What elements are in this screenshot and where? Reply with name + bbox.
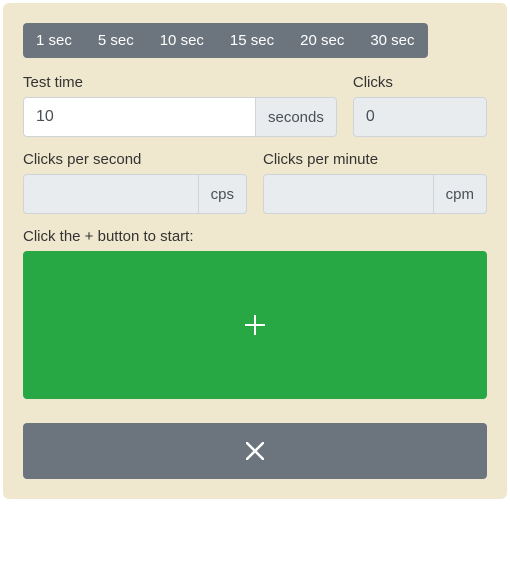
close-icon (246, 442, 264, 460)
preset-bar: 1 sec 5 sec 10 sec 15 sec 20 sec 30 sec (23, 23, 428, 58)
cpm-label: Clicks per minute (263, 151, 487, 168)
preset-20sec[interactable]: 20 sec (287, 23, 357, 58)
start-button[interactable] (23, 251, 487, 399)
plus-icon (245, 315, 265, 335)
reset-button[interactable] (23, 423, 487, 479)
preset-15sec[interactable]: 15 sec (217, 23, 287, 58)
cps-value (23, 174, 199, 214)
test-time-input[interactable] (23, 97, 256, 137)
preset-10sec[interactable]: 10 sec (147, 23, 217, 58)
cpm-field: Clicks per minute cpm (263, 151, 487, 214)
preset-5sec[interactable]: 5 sec (85, 23, 147, 58)
test-time-label: Test time (23, 74, 337, 91)
cps-field: Clicks per second cps (23, 151, 247, 214)
click-test-panel: 1 sec 5 sec 10 sec 15 sec 20 sec 30 sec … (3, 3, 507, 499)
cps-unit: cps (199, 174, 247, 214)
cps-label: Clicks per second (23, 151, 247, 168)
preset-1sec[interactable]: 1 sec (23, 23, 85, 58)
test-time-unit: seconds (256, 97, 337, 137)
cpm-unit: cpm (434, 174, 487, 214)
clicks-value: 0 (353, 97, 487, 137)
preset-30sec[interactable]: 30 sec (357, 23, 427, 58)
clicks-label: Clicks (353, 74, 487, 91)
instruction-text: Click the + button to start: (23, 228, 487, 245)
clicks-field: Clicks 0 (353, 74, 487, 137)
cpm-value (263, 174, 434, 214)
test-time-field: Test time seconds (23, 74, 337, 137)
